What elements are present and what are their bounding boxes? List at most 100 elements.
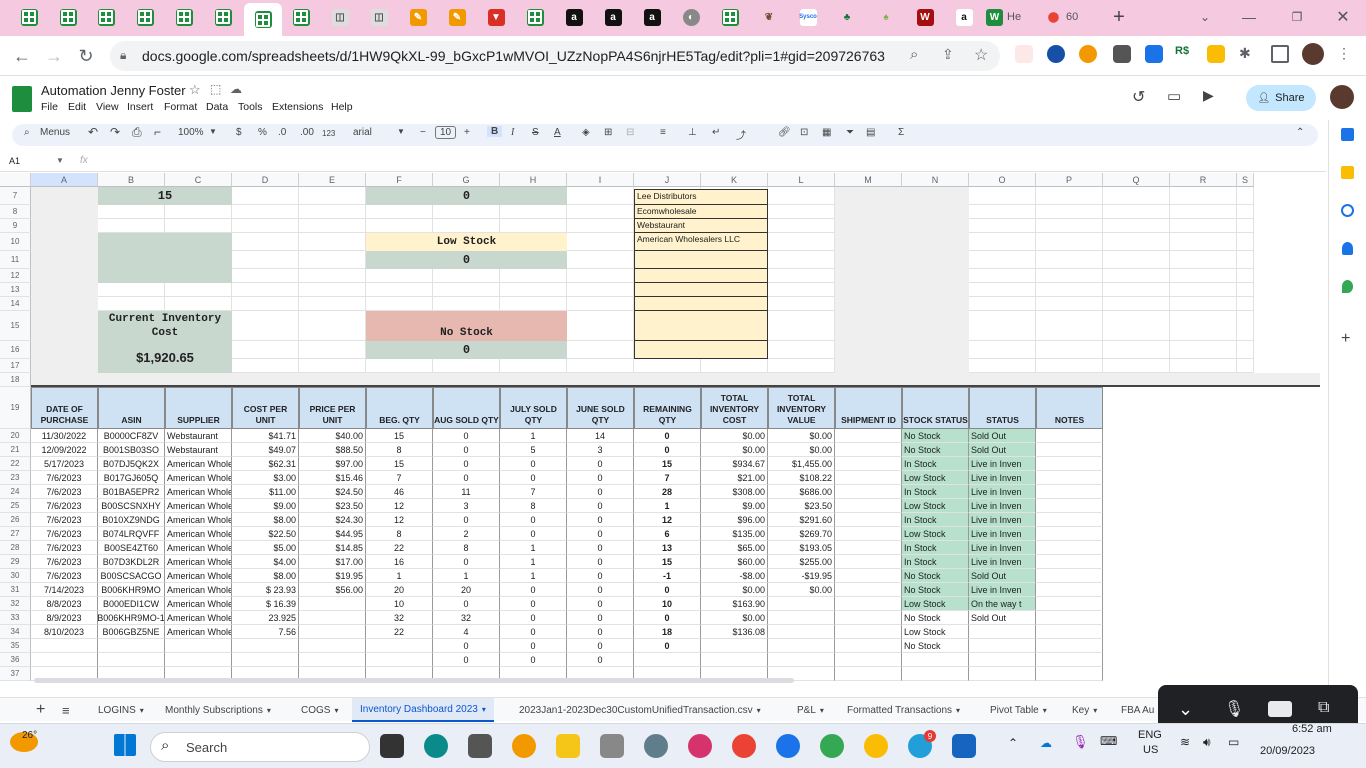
open-external-icon[interactable]: ⧉ <box>1318 699 1329 717</box>
share-page-icon[interactable]: ⇪ <box>942 46 954 63</box>
table-cell[interactable]: 20 <box>366 583 433 597</box>
grid-cell[interactable] <box>768 205 835 219</box>
grid-cell[interactable] <box>500 269 567 283</box>
grid-cell[interactable] <box>299 187 366 205</box>
table-cell[interactable]: B000EDI1CW <box>98 597 165 611</box>
undo-icon[interactable]: ↶ <box>88 125 98 139</box>
grid-cell[interactable] <box>299 233 366 251</box>
status-dropdown[interactable]: Live in Inven <box>969 457 1036 471</box>
table-cell[interactable]: $3.00 <box>232 471 299 485</box>
menu-edit[interactable]: Edit <box>68 101 86 113</box>
browser-tab[interactable] <box>55 5 81 29</box>
browser-tab[interactable]: ❦ <box>756 5 782 29</box>
column-header[interactable]: Q <box>1103 173 1170 187</box>
formula-input[interactable] <box>100 154 1320 170</box>
table-cell[interactable]: $23.50 <box>768 499 835 513</box>
table-cell[interactable]: 1 <box>500 569 567 583</box>
row-header[interactable]: 30 <box>0 569 31 583</box>
fba-extension-icon[interactable] <box>1145 45 1163 63</box>
row-header[interactable]: 35 <box>0 639 31 653</box>
supplier-cell[interactable] <box>634 283 768 297</box>
column-header[interactable]: L <box>768 173 835 187</box>
table-cell[interactable]: $9.00 <box>701 499 768 513</box>
bookmark-star-icon[interactable]: ☆ <box>974 45 988 65</box>
table-cell[interactable]: 7/6/2023 <box>31 513 98 527</box>
table-cell[interactable]: 7/6/2023 <box>31 499 98 513</box>
insert-link-icon[interactable]: 🔗︎ <box>778 127 791 138</box>
table-cell[interactable]: 0 <box>433 471 500 485</box>
table-cell[interactable]: 7/6/2023 <box>31 471 98 485</box>
table-cell[interactable]: 5 <box>500 443 567 457</box>
table-cell[interactable]: 7/6/2023 <box>31 527 98 541</box>
table-cell[interactable] <box>1036 555 1103 569</box>
grid-cell[interactable] <box>433 359 500 373</box>
calculator-icon[interactable] <box>468 734 492 758</box>
grid-cell[interactable] <box>1103 269 1170 283</box>
grid-cell[interactable] <box>500 359 567 373</box>
grid-cell[interactable] <box>1036 251 1103 269</box>
grid-cell[interactable] <box>500 219 567 233</box>
grid-cell[interactable] <box>1237 311 1254 341</box>
status-dropdown[interactable]: Sold Out <box>969 611 1036 625</box>
name-box[interactable]: A1 <box>9 156 20 166</box>
column-header[interactable]: E <box>299 173 366 187</box>
grid-cell[interactable] <box>1036 297 1103 311</box>
menu-data[interactable]: Data <box>206 101 228 113</box>
sheet-tab[interactable]: LOGINS ▾ <box>90 698 152 722</box>
table-cell[interactable] <box>835 555 902 569</box>
grid-cell[interactable] <box>567 251 634 269</box>
row-header[interactable]: 7 <box>0 187 31 205</box>
column-header[interactable]: P <box>1036 173 1103 187</box>
grid-cell[interactable] <box>433 219 500 233</box>
grid-cell[interactable] <box>433 269 500 283</box>
fill-color-icon[interactable]: ◈ <box>582 127 590 138</box>
table-cell[interactable]: 8 <box>433 541 500 555</box>
column-header[interactable]: F <box>366 173 433 187</box>
table-cell[interactable]: 8 <box>366 443 433 457</box>
task-view-icon[interactable] <box>380 734 404 758</box>
table-cell[interactable]: 0 <box>500 583 567 597</box>
table-cell[interactable] <box>299 611 366 625</box>
table-cell[interactable]: $44.95 <box>299 527 366 541</box>
status-dropdown[interactable]: Live in Inven <box>969 471 1036 485</box>
supplier-cell[interactable] <box>634 269 768 283</box>
row-header[interactable]: 12 <box>0 269 31 283</box>
table-cell[interactable]: 20 <box>433 583 500 597</box>
table-cell[interactable] <box>701 639 768 653</box>
table-cell[interactable]: 1 <box>433 569 500 583</box>
grid-cell[interactable] <box>1237 233 1254 251</box>
table-cell[interactable] <box>1036 513 1103 527</box>
grid-cell[interactable] <box>98 219 165 233</box>
align-icon[interactable]: ≡ <box>660 127 666 138</box>
table-cell[interactable] <box>768 611 835 625</box>
grid-cell[interactable] <box>1237 341 1254 359</box>
supplier-cell[interactable] <box>634 341 768 359</box>
table-cell[interactable]: $65.00 <box>701 541 768 555</box>
row-header[interactable]: 34 <box>0 625 31 639</box>
table-cell[interactable] <box>835 527 902 541</box>
row-header[interactable]: 29 <box>0 555 31 569</box>
grid-cell[interactable] <box>299 283 366 297</box>
browser-tab[interactable]: a <box>561 5 587 29</box>
table-cell[interactable]: B07DJ5QK2X <box>98 457 165 471</box>
table-cell[interactable]: $41.71 <box>232 429 299 443</box>
table-cell[interactable] <box>1036 625 1103 639</box>
text-color-icon[interactable]: A <box>554 127 561 138</box>
row-header[interactable]: 13 <box>0 283 31 297</box>
grid-cell[interactable] <box>1103 251 1170 269</box>
sheet-tab[interactable]: Pivot Table ▾ <box>982 698 1055 722</box>
status-dropdown[interactable]: Sold Out <box>969 429 1036 443</box>
edge-icon[interactable] <box>424 734 448 758</box>
table-cell[interactable]: 0 <box>567 541 634 555</box>
maps-icon[interactable] <box>1342 280 1353 293</box>
grid-cell[interactable] <box>433 205 500 219</box>
table-cell[interactable]: $23.50 <box>299 499 366 513</box>
table-cell[interactable]: 0 <box>433 513 500 527</box>
grid-cell[interactable] <box>969 359 1036 373</box>
table-cell[interactable]: 12 <box>366 499 433 513</box>
table-cell[interactable]: 0 <box>500 527 567 541</box>
grid-cell[interactable] <box>299 341 366 359</box>
table-cell[interactable]: 0 <box>433 457 500 471</box>
table-cell[interactable]: B017GJ605Q <box>98 471 165 485</box>
grid-cell[interactable] <box>969 187 1036 205</box>
